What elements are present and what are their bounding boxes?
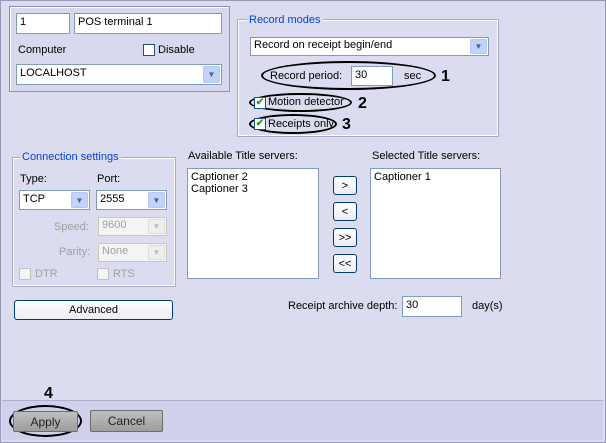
record-period-label: Record period:: [270, 70, 343, 82]
available-title-servers-label: Available Title servers:: [188, 150, 298, 162]
rts-label: RTS: [113, 268, 135, 280]
speed-value: 9600: [102, 219, 127, 231]
type-select[interactable]: TCP ▼: [19, 190, 90, 210]
port-label: Port:: [97, 173, 121, 185]
advanced-button[interactable]: Advanced: [14, 300, 173, 320]
annotation-number-2: 2: [358, 95, 367, 112]
receipt-archive-depth-field[interactable]: 30: [402, 296, 462, 317]
receipt-archive-depth-label: Receipt archive depth:: [288, 300, 398, 312]
port-select[interactable]: 2555 ▼: [96, 190, 167, 210]
parity-label: Parity:: [59, 246, 91, 258]
chevron-down-icon: ▼: [470, 39, 487, 54]
record-mode-value: Record on receipt begin/end: [254, 39, 393, 51]
remove-button[interactable]: <: [333, 202, 357, 221]
receipts-only-label: Receipts only: [268, 118, 335, 130]
type-label: Type:: [20, 173, 47, 185]
list-item[interactable]: Captioner 1: [374, 171, 497, 183]
chevron-down-icon: ▼: [203, 66, 220, 83]
apply-button[interactable]: Apply: [13, 411, 78, 432]
chevron-down-icon: ▼: [148, 219, 165, 234]
motion-detector-label: Motion detector: [268, 96, 344, 108]
connection-settings-legend: Connection settings: [20, 151, 121, 163]
annotation-number-4: 4: [44, 385, 53, 402]
parity-value: None: [102, 245, 129, 257]
computer-select[interactable]: LOCALHOST ▼: [16, 64, 222, 85]
speed-select[interactable]: 9600 ▼: [98, 217, 167, 236]
parity-select[interactable]: None ▼: [98, 243, 167, 262]
terminal-name-field[interactable]: POS terminal 1: [74, 13, 222, 34]
computer-label: Computer: [18, 44, 67, 56]
computer-value: LOCALHOST: [20, 67, 87, 79]
chevron-down-icon: ▼: [148, 192, 165, 208]
remove-all-button[interactable]: <<: [333, 254, 357, 273]
receipts-only-checkbox[interactable]: ✔: [254, 118, 266, 130]
terminal-number-field[interactable]: 1: [16, 13, 70, 34]
receipt-archive-depth-unit: day(s): [472, 300, 503, 312]
available-title-servers-list[interactable]: Captioner 2 Captioner 3: [187, 168, 319, 279]
chevron-down-icon: ▼: [148, 245, 165, 260]
annotation-number-3: 3: [342, 116, 351, 133]
cancel-button[interactable]: Cancel: [90, 410, 163, 432]
rts-checkbox[interactable]: [97, 268, 109, 280]
record-mode-select[interactable]: Record on receipt begin/end ▼: [250, 37, 489, 56]
list-item[interactable]: Captioner 3: [191, 183, 315, 195]
add-button[interactable]: >: [333, 176, 357, 195]
motion-detector-checkbox[interactable]: ✔: [254, 97, 266, 109]
record-period-field[interactable]: 30: [351, 66, 393, 86]
add-all-button[interactable]: >>: [333, 228, 357, 247]
selected-title-servers-label: Selected Title servers:: [372, 150, 481, 162]
disable-checkbox[interactable]: [143, 44, 155, 56]
list-item[interactable]: Captioner 2: [191, 171, 315, 183]
record-modes-legend: Record modes: [247, 14, 323, 26]
port-value: 2555: [100, 193, 125, 205]
chevron-down-icon: ▼: [71, 192, 88, 208]
record-period-unit: sec: [404, 70, 422, 82]
speed-label: Speed:: [54, 221, 89, 233]
selected-title-servers-list[interactable]: Captioner 1: [370, 168, 501, 279]
dtr-checkbox[interactable]: [19, 268, 31, 280]
dtr-label: DTR: [35, 268, 58, 280]
type-value: TCP: [23, 193, 45, 205]
disable-label: Disable: [158, 44, 195, 56]
annotation-number-1: 1: [441, 68, 450, 85]
